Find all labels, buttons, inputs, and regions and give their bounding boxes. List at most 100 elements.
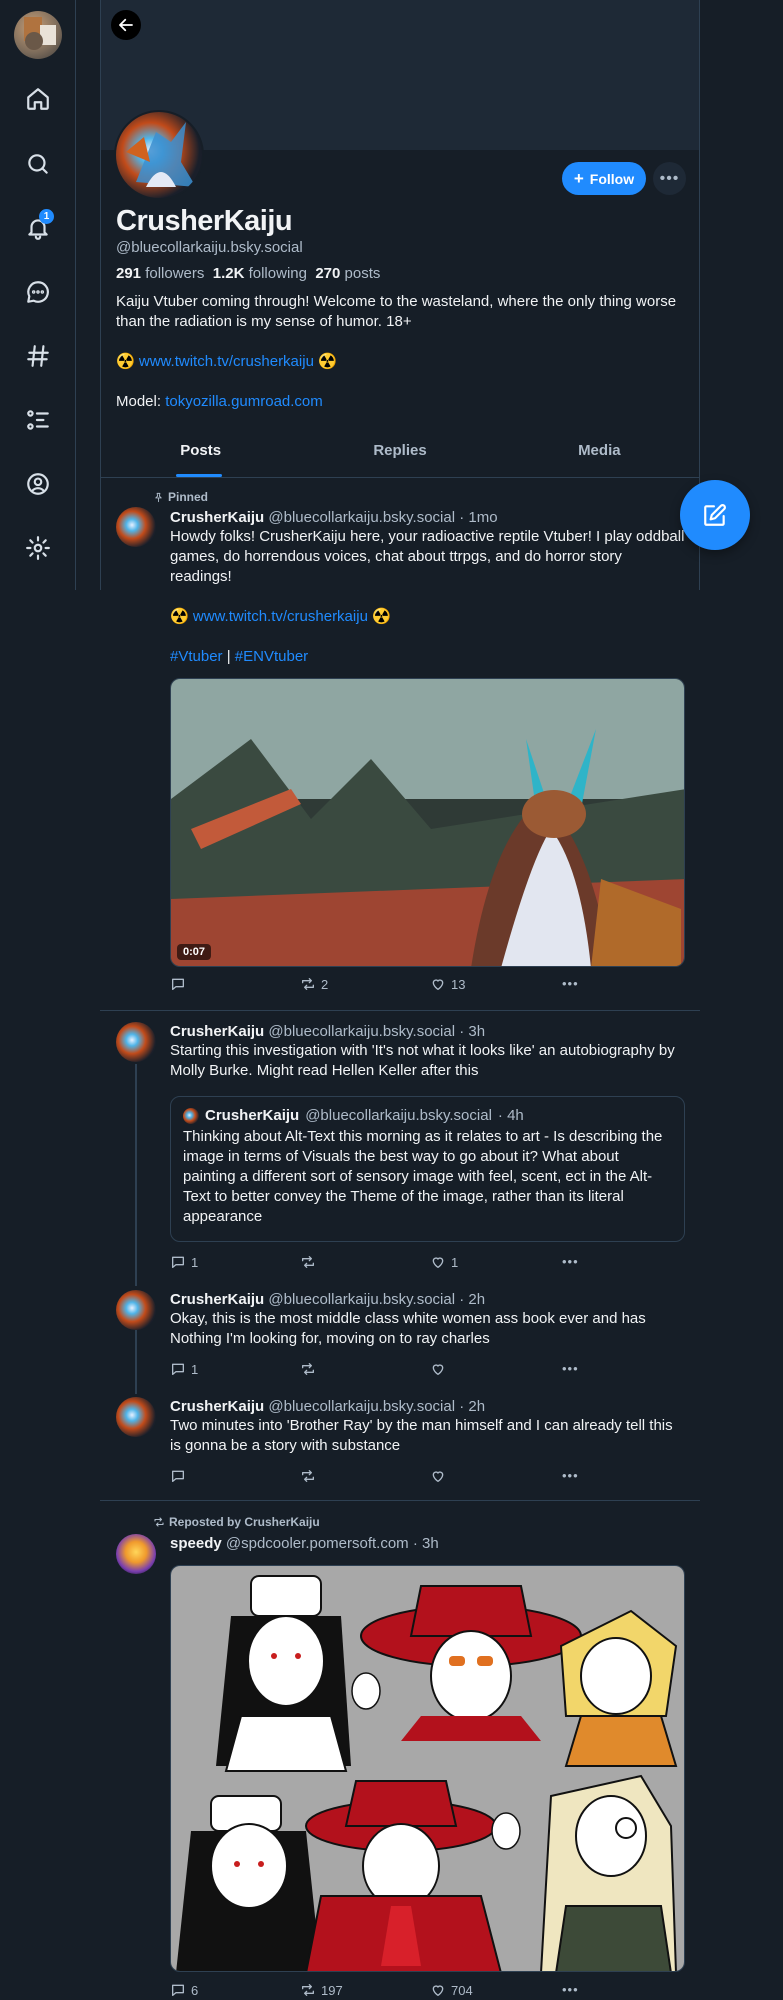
- repost-button[interactable]: [300, 1254, 321, 1270]
- divider: [100, 1010, 700, 1011]
- post-meta: CrusherKaiju @bluecollarkaiju.bsky.socia…: [170, 1398, 486, 1415]
- twitch-link[interactable]: www.twitch.tv/crusherkaiju: [193, 608, 368, 625]
- chat-icon[interactable]: [22, 276, 54, 308]
- like-button[interactable]: [430, 1468, 451, 1484]
- post-more-button[interactable]: •••: [562, 1468, 579, 1483]
- posts-stat: 270 posts: [315, 265, 381, 282]
- post-thread-1[interactable]: CrusherKaiju @bluecollarkaiju.bsky.socia…: [170, 1023, 685, 1081]
- post-more-button[interactable]: •••: [562, 1254, 579, 1269]
- tab-replies[interactable]: Replies: [300, 432, 499, 477]
- quote-text: Thinking about Alt-Text this morning as …: [183, 1128, 663, 1225]
- repost-icon: [154, 1517, 164, 1527]
- reply-icon: [172, 1984, 184, 1996]
- gumroad-link[interactable]: tokyozilla.gumroad.com: [165, 393, 323, 410]
- repost-button[interactable]: 197: [300, 1982, 343, 1998]
- home-icon[interactable]: [22, 83, 54, 115]
- ellipsis-icon: •••: [659, 169, 680, 187]
- post-meta: CrusherKaiju @bluecollarkaiju.bsky.socia…: [170, 1291, 486, 1308]
- profile-bio: Kaiju Vtuber coming through! Welcome to …: [116, 292, 686, 432]
- ellipsis-icon: •••: [562, 1982, 579, 1997]
- repost-label[interactable]: Reposted by CrusherKaiju: [153, 1515, 320, 1529]
- post-actions: 1 •••: [170, 1361, 590, 1381]
- post-pinned[interactable]: CrusherKaiju @bluecollarkaiju.bsky.socia…: [170, 509, 685, 667]
- lists-icon[interactable]: [22, 404, 54, 436]
- post-avatar[interactable]: [116, 507, 156, 547]
- thread-line: [135, 1330, 137, 1394]
- post-text: Starting this investigation with 'It's n…: [170, 1042, 675, 1079]
- ellipsis-icon: •••: [562, 1361, 579, 1376]
- user-avatar[interactable]: [14, 11, 62, 59]
- profile-icon[interactable]: [22, 468, 54, 500]
- like-button[interactable]: 1: [430, 1254, 458, 1270]
- reply-button[interactable]: [170, 976, 191, 992]
- profile-display-name: CrusherKaiju: [116, 205, 293, 237]
- repost-button[interactable]: 2: [300, 976, 328, 992]
- post-more-button[interactable]: •••: [562, 1982, 579, 1997]
- like-button[interactable]: 704: [430, 1982, 473, 1998]
- hashtag-link[interactable]: #ENVtuber: [235, 648, 308, 665]
- tab-posts[interactable]: Posts: [101, 432, 300, 477]
- video-embed[interactable]: 0:07: [170, 678, 685, 967]
- artwork-image: [171, 1566, 684, 1971]
- reply-button[interactable]: 6: [170, 1982, 198, 1998]
- heart-icon: [432, 1471, 444, 1482]
- video-thumbnail: [171, 679, 684, 966]
- image-embed[interactable]: [170, 1565, 685, 1972]
- like-button[interactable]: [430, 1361, 451, 1377]
- repost-icon: [302, 978, 314, 990]
- search-icon[interactable]: [22, 148, 54, 180]
- back-button[interactable]: [111, 10, 141, 40]
- post-thread-3[interactable]: CrusherKaiju @bluecollarkaiju.bsky.socia…: [170, 1398, 685, 1456]
- followers-stat[interactable]: 291 followers: [116, 265, 204, 282]
- compose-button[interactable]: [680, 480, 750, 550]
- reply-button[interactable]: 1: [170, 1254, 198, 1270]
- post-avatar[interactable]: [116, 1022, 156, 1062]
- quote-meta: CrusherKaiju @bluecollarkaiju.bsky.social…: [183, 1107, 672, 1124]
- post-more-button[interactable]: •••: [562, 1361, 579, 1376]
- video-duration: 0:07: [177, 944, 212, 960]
- repost-icon: [302, 1363, 314, 1375]
- post-meta: CrusherKaiju @bluecollarkaiju.bsky.socia…: [170, 509, 498, 526]
- follow-button-label: Follow: [589, 170, 635, 187]
- tab-media[interactable]: Media: [500, 432, 699, 477]
- reply-icon: [172, 1470, 184, 1482]
- post-repost[interactable]: speedy @spdcooler.pomersoft.com · 3h: [170, 1535, 685, 1552]
- pin-icon: [155, 492, 162, 502]
- twitch-link[interactable]: www.twitch.tv/crusherkaiju: [139, 353, 314, 370]
- repost-button[interactable]: [300, 1468, 321, 1484]
- figure-bottom-right: [540, 1774, 677, 1971]
- profile-tabs: Posts Replies Media: [101, 432, 699, 478]
- following-stat[interactable]: 1.2K following: [213, 265, 307, 282]
- reply-button[interactable]: [170, 1468, 191, 1484]
- ellipsis-icon: •••: [562, 1254, 579, 1269]
- post-meta: CrusherKaiju @bluecollarkaiju.bsky.socia…: [170, 1023, 486, 1040]
- post-text: Two minutes into 'Brother Ray' by the ma…: [170, 1417, 673, 1454]
- hashtag-link[interactable]: #Vtuber: [170, 648, 223, 665]
- settings-icon[interactable]: [22, 532, 54, 564]
- post-thread-2[interactable]: CrusherKaiju @bluecollarkaiju.bsky.socia…: [170, 1291, 685, 1349]
- reply-icon: [172, 978, 184, 990]
- compose-icon: [704, 504, 726, 526]
- quote-post[interactable]: CrusherKaiju @bluecollarkaiju.bsky.social…: [170, 1096, 685, 1242]
- hashtag-icon[interactable]: [22, 340, 54, 372]
- heart-icon: [432, 1364, 444, 1375]
- reply-button[interactable]: 1: [170, 1361, 198, 1377]
- ellipsis-icon: •••: [562, 976, 579, 991]
- post-avatar[interactable]: [116, 1534, 156, 1574]
- like-button[interactable]: 13: [430, 976, 465, 992]
- post-actions: •••: [170, 1468, 590, 1488]
- post-avatar[interactable]: [116, 1290, 156, 1330]
- more-options-button[interactable]: •••: [653, 162, 686, 195]
- post-actions: 1 1 •••: [170, 1254, 590, 1274]
- post-avatar[interactable]: [116, 1397, 156, 1437]
- repost-button[interactable]: [300, 1361, 321, 1377]
- follow-button[interactable]: + Follow: [562, 162, 646, 195]
- profile-stats: 291 followers 1.2K following 270 posts: [116, 265, 380, 282]
- bio-text: Kaiju Vtuber coming through! Welcome to …: [116, 293, 677, 330]
- profile-avatar[interactable]: [114, 110, 204, 200]
- repost-icon: [302, 1984, 314, 1996]
- arrow-left-icon: [119, 18, 133, 32]
- post-more-button[interactable]: •••: [562, 976, 579, 991]
- ellipsis-icon: •••: [562, 1468, 579, 1483]
- bell-icon[interactable]: 1: [22, 209, 54, 244]
